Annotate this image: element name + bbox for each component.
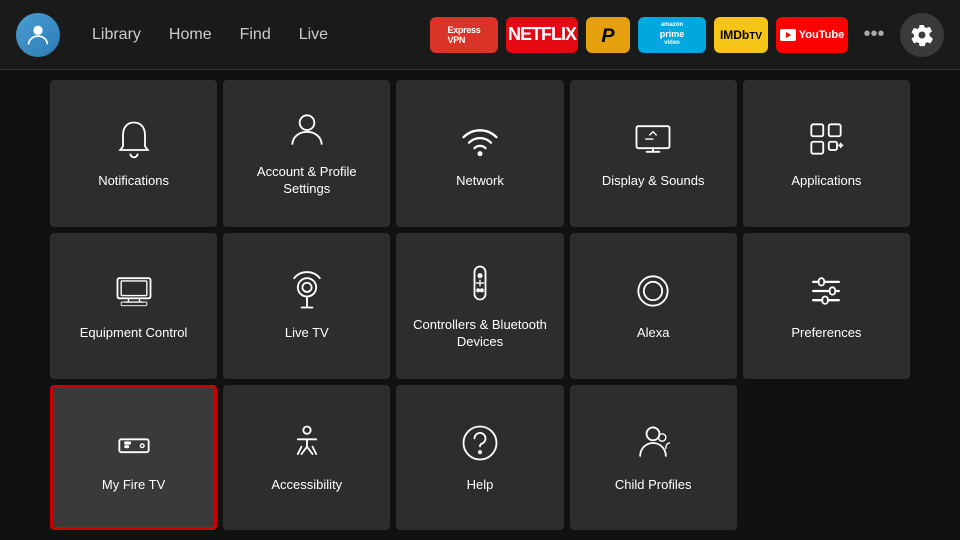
app-plex[interactable]: P <box>586 17 630 53</box>
tile-display[interactable]: Display & Sounds <box>570 80 737 227</box>
bell-icon <box>112 117 156 161</box>
settings-area: Notifications Account & Profile Settings <box>0 70 960 540</box>
applications-label: Applications <box>791 173 861 190</box>
apps-icon <box>804 117 848 161</box>
tile-myfiretv[interactable]: My Fire TV <box>50 385 217 530</box>
tile-notifications[interactable]: Notifications <box>50 80 217 227</box>
empty-slot <box>743 385 910 530</box>
notifications-label: Notifications <box>98 173 169 190</box>
childprofile-icon <box>631 421 675 465</box>
tile-help[interactable]: Help <box>396 385 563 530</box>
nav-home[interactable]: Home <box>157 20 224 50</box>
app-prime[interactable]: amazon prime video <box>638 17 706 53</box>
nav-library[interactable]: Library <box>80 20 153 50</box>
accessibility-icon <box>285 421 329 465</box>
tile-childprofiles[interactable]: Child Profiles <box>570 385 737 530</box>
antenna-icon <box>285 269 329 313</box>
app-expressvpn[interactable]: ExpressVPN <box>430 17 498 53</box>
nav-apps: ExpressVPN NETFLIX P amazon prime video … <box>430 13 944 57</box>
livetv-label: Live TV <box>285 325 329 342</box>
tile-account[interactable]: Account & Profile Settings <box>223 80 390 227</box>
help-label: Help <box>467 477 494 494</box>
top-navigation: Library Home Find Live ExpressVPN NETFLI… <box>0 0 960 70</box>
app-imdb[interactable]: IMDbTV <box>714 17 768 53</box>
accessibility-label: Accessibility <box>271 477 342 494</box>
network-label: Network <box>456 173 504 190</box>
controllers-label: Controllers & Bluetooth Devices <box>406 317 553 351</box>
preferences-label: Preferences <box>791 325 861 342</box>
app-netflix[interactable]: NETFLIX <box>506 17 578 53</box>
settings-grid: Notifications Account & Profile Settings <box>50 80 910 530</box>
display-icon <box>631 117 675 161</box>
display-label: Display & Sounds <box>602 173 705 190</box>
tile-network[interactable]: Network <box>396 80 563 227</box>
tv-icon <box>112 269 156 313</box>
tile-preferences[interactable]: Preferences <box>743 233 910 380</box>
settings-button[interactable] <box>900 13 944 57</box>
tile-controllers[interactable]: Controllers & Bluetooth Devices <box>396 233 563 380</box>
svg-text:P: P <box>601 25 615 47</box>
app-youtube[interactable]: YouTube <box>776 17 848 53</box>
nav-live[interactable]: Live <box>287 20 340 50</box>
nav-find[interactable]: Find <box>228 20 283 50</box>
tile-accessibility[interactable]: Accessibility <box>223 385 390 530</box>
tile-applications[interactable]: Applications <box>743 80 910 227</box>
equipment-label: Equipment Control <box>80 325 188 342</box>
tile-livetv[interactable]: Live TV <box>223 233 390 380</box>
nav-links: Library Home Find Live <box>80 20 340 50</box>
tile-alexa[interactable]: Alexa <box>570 233 737 380</box>
person-icon <box>285 108 329 152</box>
alexa-label: Alexa <box>637 325 670 342</box>
childprofiles-label: Child Profiles <box>615 477 692 494</box>
firetv-icon <box>112 421 156 465</box>
sliders-icon <box>804 269 848 313</box>
user-avatar[interactable] <box>16 13 60 57</box>
remote-icon <box>458 261 502 305</box>
myfiretv-label: My Fire TV <box>102 477 165 494</box>
more-button[interactable]: ••• <box>856 17 892 53</box>
tile-equipment[interactable]: Equipment Control <box>50 233 217 380</box>
wifi-icon <box>458 117 502 161</box>
alexa-icon <box>631 269 675 313</box>
help-icon <box>458 421 502 465</box>
account-label: Account & Profile Settings <box>233 164 380 198</box>
